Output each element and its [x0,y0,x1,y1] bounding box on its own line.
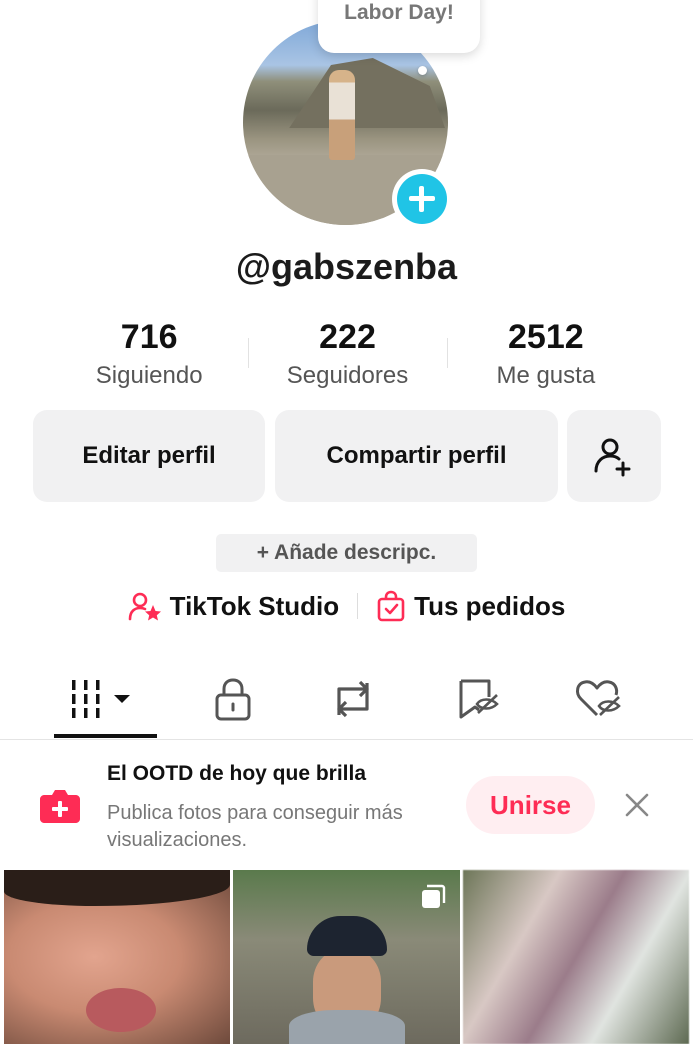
stat-following[interactable]: 716 Siguiendo [50,316,248,390]
stat-label: Siguiendo [95,362,203,389]
active-tab-indicator [54,734,157,738]
tiktok-studio-label: TikTok Studio [169,590,340,621]
thumb-cap [307,916,388,956]
creator-star-icon [128,592,161,621]
status-bubble-text: Labor Day! [344,1,454,24]
close-icon[interactable] [622,790,652,820]
shopping-bag-icon [377,590,405,622]
share-profile-button[interactable]: Compartir perfil [275,410,558,502]
add-bio-button[interactable]: + Añade descripc. [216,534,477,572]
tab-private[interactable] [180,660,285,738]
tab-liked[interactable] [545,660,650,738]
add-story-button[interactable] [392,169,452,229]
tab-favorites[interactable] [425,660,530,738]
orders-link[interactable]: Tus pedidos [376,590,565,622]
stat-value: 2512 [508,318,584,356]
orders-label: Tus pedidos [414,590,566,621]
stat-likes[interactable]: 2512 Me gusta [446,316,645,390]
tab-videos[interactable] [52,660,157,738]
bookmark-hidden-icon [459,679,499,719]
heart-hidden-icon [575,680,621,717]
stat-label: Me gusta [496,362,596,389]
multi-photo-icon [421,884,445,908]
join-button[interactable]: Unirse [466,776,595,834]
add-user-icon [594,438,631,477]
edit-profile-button[interactable]: Editar perfil [33,410,265,502]
tab-reposts[interactable] [300,660,405,738]
video-thumbnail[interactable] [4,870,231,1044]
promo-title: El OOTD de hoy que brilla [107,762,367,785]
video-thumbnail[interactable] [462,870,689,1044]
video-grid [4,870,689,1044]
video-thumbnail[interactable] [233,870,460,1044]
stat-value: 716 [120,318,178,356]
username: @gabszenba [235,246,458,287]
links-divider [357,593,359,619]
stat-followers[interactable]: 222 Seguidores [248,316,446,390]
photo-person [329,70,355,160]
plus-icon [397,174,447,224]
thumb-lips [86,988,156,1032]
bubble-tail [418,66,427,75]
stat-value: 222 [319,318,376,356]
camera-plus-icon [40,790,80,823]
thumb-hood [289,1010,406,1044]
repost-icon [336,680,369,718]
stat-label: Seguidores [286,362,409,389]
thumb-hair [4,870,231,906]
tiktok-studio-link[interactable]: TikTok Studio [128,591,339,622]
promo-subtitle: Publica fotos para conseguir más visuali… [107,802,403,851]
lock-icon [215,678,250,721]
profile-links: TikTok Studio Tus pedidos [0,590,693,622]
ootd-promo-banner: El OOTD de hoy que brilla Publica fotos … [0,740,693,870]
content-tabs [0,660,693,740]
grid-dropdown-icon [71,680,130,718]
add-friends-button[interactable] [567,410,661,502]
stats-row: 716 Siguiendo 222 Seguidores 2512 Me gus… [50,316,645,390]
status-bubble[interactable]: Labor Day! [318,0,480,53]
